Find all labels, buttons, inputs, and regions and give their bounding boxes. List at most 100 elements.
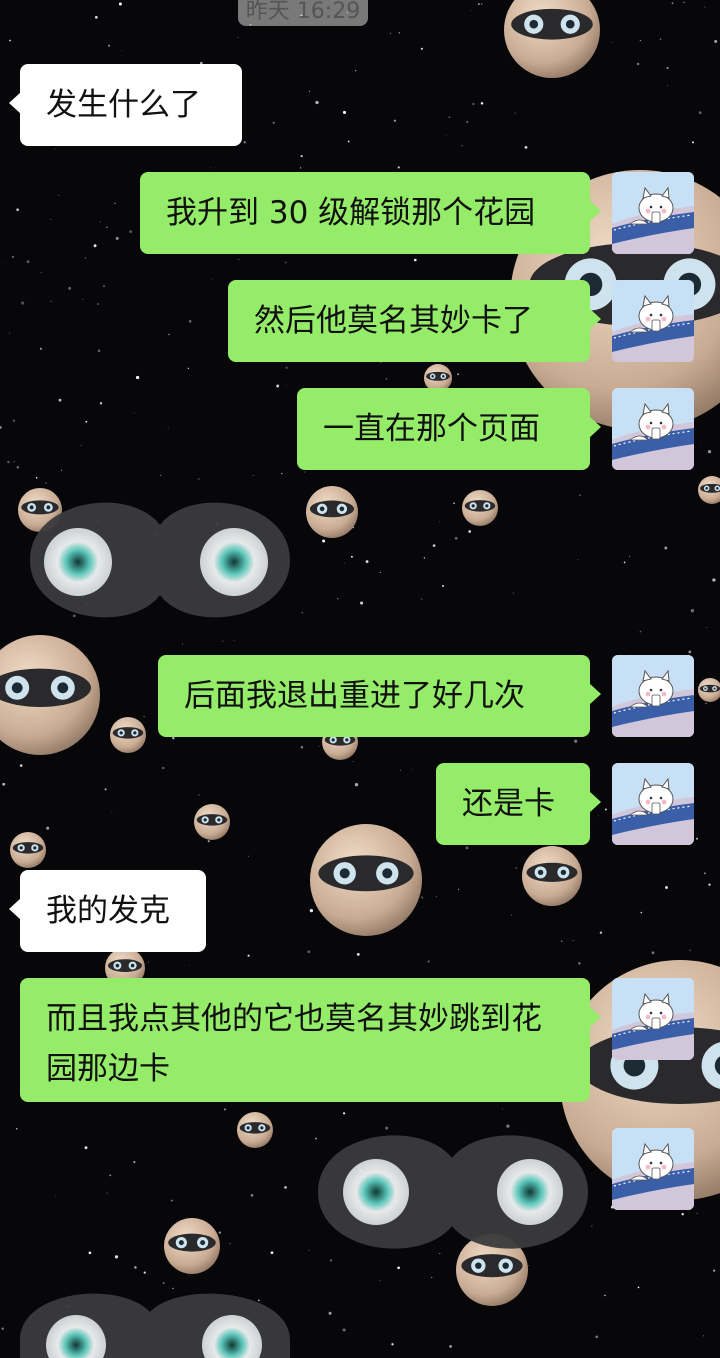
cat-avatar-icon xyxy=(612,280,694,362)
user-avatar[interactable] xyxy=(612,172,694,254)
star xyxy=(683,1,685,4)
star xyxy=(714,39,718,43)
star xyxy=(45,482,47,484)
star xyxy=(172,1287,174,1290)
sent-message-bubble[interactable]: 后面我退出重进了好几次 xyxy=(158,655,601,737)
sent-message-bubble[interactable]: 而且我点其他的它也莫名其妙跳到花园那边卡 xyxy=(20,978,601,1102)
star xyxy=(233,640,235,641)
star xyxy=(129,230,133,233)
mascot-decoration xyxy=(0,635,100,755)
star xyxy=(514,112,516,114)
star xyxy=(659,38,662,40)
sent-message-bubble[interactable]: 一直在那个页面 xyxy=(297,388,601,470)
star xyxy=(15,1128,18,1130)
user-avatar[interactable] xyxy=(612,388,694,470)
star xyxy=(172,736,175,740)
star xyxy=(88,1251,92,1255)
mascot-decoration xyxy=(698,476,720,504)
star xyxy=(385,378,388,380)
star xyxy=(699,445,701,447)
star xyxy=(13,461,15,463)
user-avatar[interactable] xyxy=(612,655,694,737)
star xyxy=(329,1259,333,1262)
star xyxy=(704,6,706,8)
star xyxy=(577,559,579,561)
star xyxy=(84,257,87,259)
star xyxy=(707,450,712,454)
star xyxy=(2,782,6,786)
star xyxy=(108,44,111,47)
star xyxy=(162,766,165,770)
star xyxy=(692,141,694,144)
star xyxy=(99,402,103,405)
star xyxy=(315,1137,317,1140)
star xyxy=(352,761,354,763)
star xyxy=(397,1266,400,1270)
star xyxy=(438,521,440,523)
star xyxy=(636,62,640,66)
star xyxy=(453,502,455,505)
star xyxy=(688,650,692,654)
star xyxy=(511,914,512,916)
star xyxy=(58,194,60,196)
star xyxy=(356,953,360,956)
star xyxy=(681,1213,684,1216)
user-avatar[interactable] xyxy=(612,763,694,845)
star xyxy=(54,148,56,150)
star xyxy=(188,965,190,966)
mascot-decoration xyxy=(504,0,600,78)
star xyxy=(11,255,14,258)
star xyxy=(702,1335,705,1337)
star xyxy=(379,572,381,573)
star xyxy=(623,561,626,564)
star xyxy=(299,167,302,169)
star xyxy=(651,951,655,955)
star xyxy=(304,471,306,473)
star xyxy=(135,375,140,380)
star xyxy=(432,544,436,547)
star xyxy=(315,100,319,105)
star xyxy=(111,811,113,813)
message-text: 一直在那个页面 xyxy=(323,411,540,447)
star xyxy=(106,226,108,228)
star xyxy=(286,385,287,386)
star xyxy=(238,259,240,261)
star xyxy=(284,261,287,264)
star xyxy=(355,70,357,72)
star xyxy=(46,826,50,830)
user-avatar[interactable] xyxy=(612,280,694,362)
received-message-bubble[interactable]: 发生什么了 xyxy=(9,64,242,146)
star xyxy=(223,1108,226,1111)
received-message-bubble[interactable]: 我的发克 xyxy=(9,870,206,952)
star xyxy=(97,349,101,353)
message-timestamp: 昨天 16:29 xyxy=(238,0,368,26)
star xyxy=(477,3,480,6)
star xyxy=(628,555,630,557)
message-text: 后面我退出重进了好几次 xyxy=(184,678,525,714)
star xyxy=(591,1225,593,1227)
star xyxy=(445,134,447,136)
user-avatar[interactable] xyxy=(612,1128,694,1210)
star xyxy=(85,420,88,423)
star xyxy=(162,1282,165,1284)
message-text: 而且我点其他的它也莫名其妙跳到花园那边卡 xyxy=(46,1001,542,1087)
star xyxy=(365,560,369,564)
star xyxy=(379,1280,381,1282)
star xyxy=(318,745,320,747)
star xyxy=(182,643,184,645)
star xyxy=(147,961,149,963)
sent-message-bubble[interactable]: 我升到 30 级解锁那个花园 xyxy=(140,172,601,254)
star xyxy=(343,1112,346,1115)
star xyxy=(689,949,691,951)
star xyxy=(82,298,84,300)
star xyxy=(599,931,603,934)
star xyxy=(1,1327,4,1330)
sent-message-bubble[interactable]: 然后他莫名其妙卡了 xyxy=(228,280,601,362)
star xyxy=(50,300,52,302)
user-avatar[interactable] xyxy=(612,978,694,1060)
sent-message-bubble[interactable]: 还是卡 xyxy=(436,763,601,845)
star xyxy=(12,419,16,422)
star xyxy=(9,39,11,42)
star xyxy=(466,121,469,123)
star xyxy=(35,477,38,479)
